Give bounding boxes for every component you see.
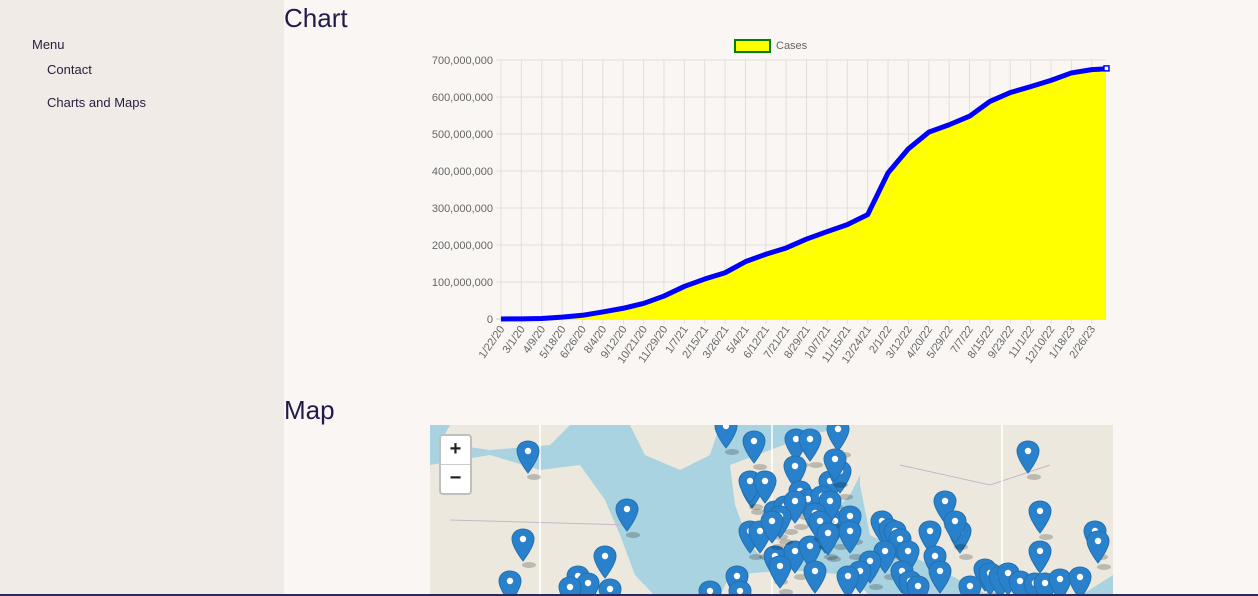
x-tick-label: 1/22/20 bbox=[477, 324, 508, 361]
y-tick-label: 300,000,000 bbox=[432, 203, 493, 215]
cases-chart: 0 100,000,000 200,000,000 300,000,000 400,00… bbox=[432, 39, 1110, 366]
map[interactable]: + − bbox=[430, 425, 1113, 596]
menu-title: Menu bbox=[32, 37, 65, 52]
map-tiles[interactable] bbox=[430, 425, 1113, 596]
zoom-control: + − bbox=[439, 434, 472, 495]
map-marker-icon[interactable] bbox=[615, 498, 640, 538]
y-tick-label: 600,000,000 bbox=[432, 92, 493, 104]
zoom-in-button[interactable]: + bbox=[441, 436, 470, 464]
map-heading: Map bbox=[284, 395, 335, 425]
y-tick-label: 700,000,000 bbox=[432, 55, 493, 67]
nav-item-charts-and-maps[interactable]: Charts and Maps bbox=[47, 95, 146, 110]
nav-item-contact[interactable]: Contact bbox=[47, 62, 92, 77]
chart-heading: Chart bbox=[284, 3, 348, 33]
map-marker-icon[interactable] bbox=[714, 425, 739, 455]
zoom-out-button[interactable]: − bbox=[441, 464, 470, 493]
map-marker-icon[interactable] bbox=[906, 575, 931, 596]
y-tick-label: 200,000,000 bbox=[432, 240, 493, 252]
y-tick-label: 400,000,000 bbox=[432, 166, 493, 178]
y-tick-label: 500,000,000 bbox=[432, 129, 493, 141]
legend-label-cases: Cases bbox=[776, 40, 808, 52]
cases-last-point bbox=[1103, 65, 1110, 72]
cases-area bbox=[501, 68, 1106, 319]
land-greenland bbox=[630, 425, 720, 470]
legend-swatch-cases bbox=[734, 39, 771, 53]
sidebar: Menu Contact Charts and Maps bbox=[0, 0, 284, 596]
y-tick-label: 100,000,000 bbox=[432, 277, 493, 289]
y-tick-label: 0 bbox=[487, 314, 493, 326]
map-marker-icon[interactable] bbox=[928, 560, 953, 596]
